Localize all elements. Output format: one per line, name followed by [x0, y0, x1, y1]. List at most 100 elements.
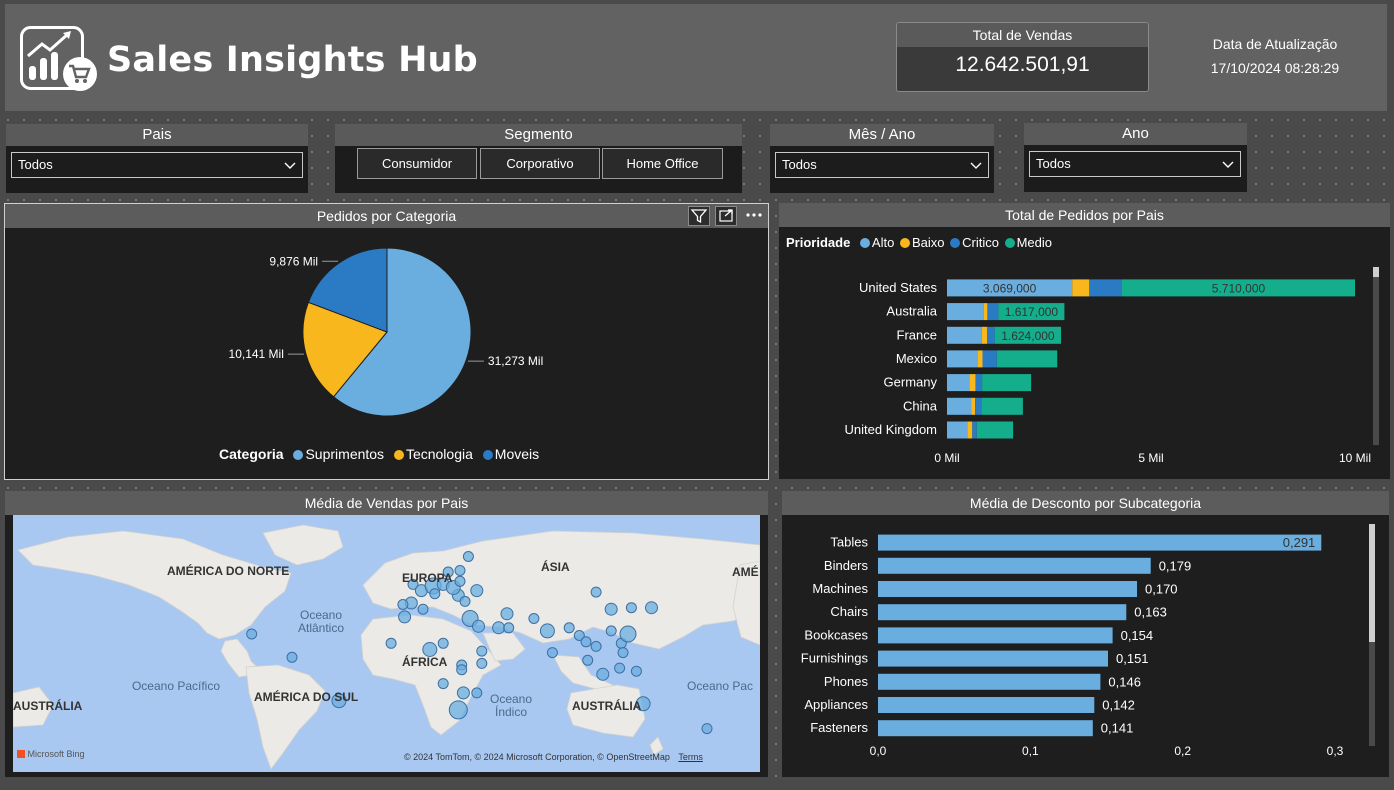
map-bubble[interactable] — [582, 654, 594, 666]
discount-bar[interactable] — [878, 557, 1151, 574]
map-bubble[interactable] — [625, 602, 637, 614]
ano-dropdown[interactable]: Todos — [1029, 151, 1241, 177]
map-bubble[interactable] — [437, 678, 449, 690]
stacked-bar-segment-baixo[interactable] — [969, 374, 976, 392]
map-bubble[interactable] — [286, 651, 298, 663]
map-bubble[interactable] — [492, 621, 506, 635]
stacked-bar-segment-critico[interactable] — [982, 350, 997, 368]
stacked-scrollbar[interactable] — [1373, 267, 1379, 445]
legend-item-suprimentos[interactable]: Suprimentos — [293, 446, 384, 462]
stacked-bar-segment-medio[interactable] — [996, 350, 1058, 368]
stacked-bar-segment-critico[interactable] — [987, 303, 999, 321]
stacked-bar-segment-alto[interactable] — [947, 397, 972, 415]
stacked-bar-segment-alto[interactable] — [947, 350, 978, 368]
map-bubble[interactable] — [456, 664, 468, 676]
map-bubble[interactable] — [417, 603, 429, 615]
stacked-bar-segment-alto[interactable] — [947, 326, 982, 344]
stacked-bar-segment-critico[interactable] — [1089, 279, 1122, 297]
discount-bar[interactable] — [878, 581, 1137, 597]
filter-icon[interactable] — [688, 206, 710, 226]
map-bubble[interactable] — [476, 645, 488, 657]
discount-bar[interactable] — [878, 534, 1322, 551]
map-bubble[interactable] — [437, 637, 449, 649]
map-bubble[interactable] — [454, 565, 466, 576]
legend-item-medio[interactable]: Medio — [1004, 235, 1052, 250]
map-bubble[interactable] — [630, 665, 642, 677]
stacked-category-label: Mexico — [896, 351, 937, 366]
stacked-bar-segment-alto[interactable] — [947, 374, 970, 392]
stacked-bar-segment-alto[interactable] — [947, 303, 984, 321]
map-viewport[interactable]: AMÉRICA DO NORTE EUROPA ÁSIA AMÉ ÁFRICA … — [13, 515, 760, 772]
map-bubble[interactable] — [701, 723, 713, 735]
map-bubble[interactable] — [580, 636, 592, 648]
stacked-bar-segment-critico[interactable] — [975, 397, 982, 415]
terms-link[interactable]: Terms — [678, 752, 703, 762]
mes-ano-dropdown[interactable]: Todos — [775, 152, 989, 178]
discount-bar[interactable] — [878, 697, 1095, 713]
stacked-bar-segment-medio[interactable] — [982, 374, 1032, 392]
map-bubble[interactable] — [454, 575, 466, 587]
segment-button-home-office[interactable]: Home Office — [602, 148, 723, 179]
stacked-bar-segment-baixo[interactable] — [983, 303, 988, 321]
map-bubble[interactable] — [590, 586, 602, 598]
map-bubble[interactable] — [619, 625, 637, 643]
discount-bar[interactable] — [878, 673, 1101, 690]
scrollbar-thumb[interactable] — [1369, 524, 1375, 642]
map-bubble[interactable] — [448, 700, 468, 720]
map-bubble[interactable] — [539, 623, 555, 639]
discount-scrollbar[interactable] — [1369, 524, 1375, 746]
stacked-bar-segment-baixo[interactable] — [981, 326, 987, 344]
map-bubble[interactable] — [470, 584, 484, 598]
stacked-bar-segment-alto[interactable] — [947, 421, 968, 439]
map-bubble[interactable] — [472, 619, 485, 633]
map-bubble[interactable] — [476, 657, 488, 669]
map-bubble[interactable] — [429, 588, 441, 600]
legend-item-critico[interactable]: Critico — [950, 235, 999, 250]
map-bubble[interactable] — [246, 628, 258, 640]
map-bubble[interactable] — [462, 551, 474, 562]
legend-item-tecnologia[interactable]: Tecnologia — [393, 446, 473, 462]
map-bubble[interactable] — [617, 647, 629, 659]
stacked-bar-segment-critico[interactable] — [987, 326, 995, 344]
map-bubble[interactable] — [614, 662, 626, 674]
focus-mode-icon[interactable] — [715, 206, 737, 226]
stacked-bar-segment-baixo[interactable] — [977, 350, 983, 368]
map-bubble[interactable] — [385, 637, 397, 649]
map-bubble[interactable] — [604, 602, 618, 616]
stacked-bar-segment-medio[interactable] — [981, 397, 1023, 415]
map-bubble[interactable] — [546, 647, 558, 659]
map-bubble[interactable] — [528, 613, 540, 624]
scrollbar-thumb[interactable] — [1373, 267, 1379, 277]
map-bubble[interactable] — [397, 599, 409, 610]
map-bubble[interactable] — [503, 622, 515, 634]
segment-button-corporativo[interactable]: Corporativo — [480, 148, 600, 179]
map-bubble[interactable] — [500, 607, 514, 621]
legend-label: Medio — [1016, 235, 1052, 250]
legend-item-alto[interactable]: Alto — [859, 235, 894, 250]
stacked-legend-title: Prioridade — [786, 235, 851, 250]
attribution-text[interactable]: © 2024 TomTom, © 2024 Microsoft Corporat… — [404, 752, 670, 762]
pais-dropdown[interactable]: Todos — [11, 152, 303, 178]
discount-bar[interactable] — [878, 627, 1113, 644]
stacked-bar-segment-critico[interactable] — [975, 374, 983, 392]
map-bubble[interactable] — [645, 601, 658, 615]
map-bubble[interactable] — [605, 625, 617, 637]
map-bubble[interactable] — [398, 610, 412, 624]
stacked-bar-segment-baixo[interactable] — [1072, 279, 1090, 297]
map-bubble[interactable] — [590, 640, 602, 652]
discount-bar[interactable] — [878, 604, 1127, 621]
stacked-bar-segment-baixo[interactable] — [967, 421, 973, 439]
legend-item-moveis[interactable]: Moveis — [482, 446, 539, 462]
map-bubble[interactable] — [456, 686, 470, 700]
discount-bar[interactable] — [878, 650, 1108, 667]
discount-bar[interactable] — [878, 720, 1093, 737]
more-options-icon[interactable] — [743, 206, 765, 226]
map-bubble[interactable] — [596, 667, 610, 681]
segment-button-consumidor[interactable]: Consumidor — [357, 148, 477, 179]
stacked-bar-segment-medio[interactable] — [976, 421, 1014, 439]
map-bubble[interactable] — [459, 595, 471, 607]
map-bubble[interactable] — [563, 622, 575, 634]
stacked-bar-segment-baixo[interactable] — [971, 397, 976, 415]
legend-item-baixo[interactable]: Baixo — [899, 235, 944, 250]
stacked-bar-segment-critico[interactable] — [972, 421, 977, 439]
